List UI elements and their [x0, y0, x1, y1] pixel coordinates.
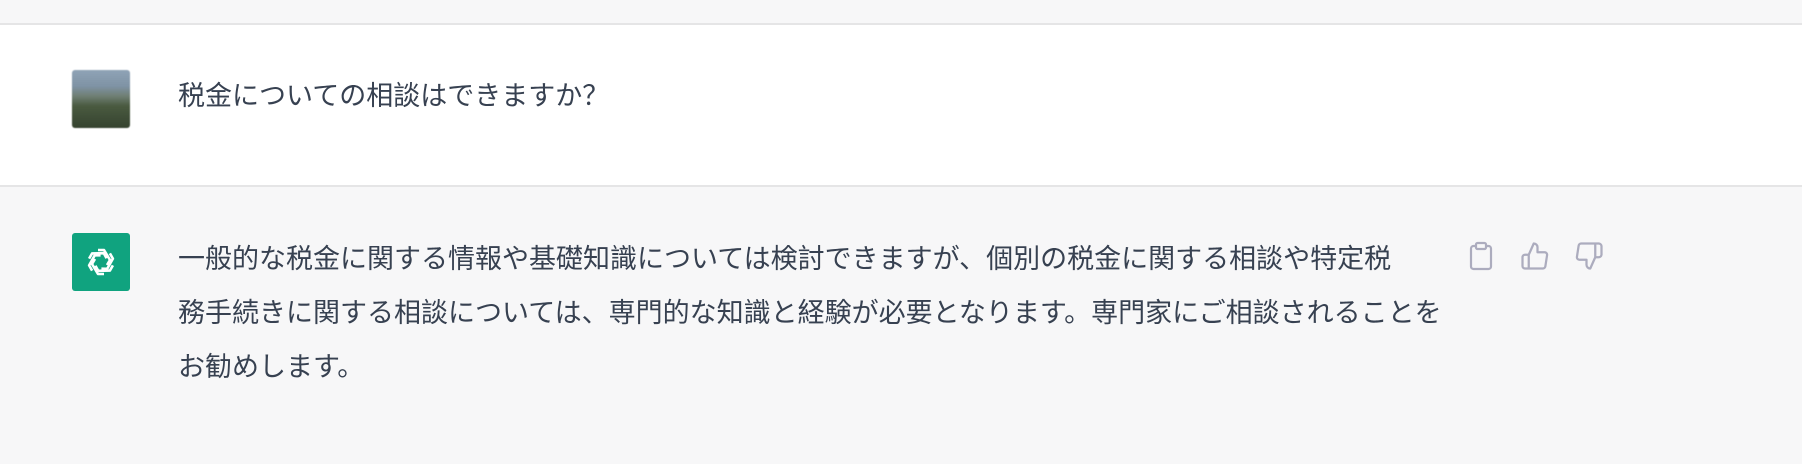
user-message-row: 税金についての相談はできますか？ — [0, 25, 1802, 187]
assistant-message-line: お勧めします。 — [178, 352, 365, 383]
assistant-message-line: 務手続きに関する相談については、専門的な知識と経験が必要となります。専門家にご相… — [178, 298, 1442, 329]
message-actions — [1464, 239, 1606, 273]
assistant-message-line: 一般的な税金に関する情報や基礎知識については検討できますが、個別の税金に関する相… — [178, 244, 1392, 275]
copy-button[interactable] — [1464, 239, 1498, 273]
thumbs-down-icon — [1575, 242, 1603, 270]
thumbs-up-icon — [1521, 242, 1549, 270]
assistant-message-text: 一般的な税金に関する情報や基礎知識については検討できますが、個別の税金に関する相… — [178, 233, 1448, 395]
clipboard-icon — [1469, 241, 1493, 271]
user-message-text: 税金についての相談はできますか？ — [178, 81, 610, 112]
chat-page: 税金についての相談はできますか？ 一般的な税金に関する情報や基礎知識については検… — [0, 0, 1802, 464]
thumbs-down-button[interactable] — [1572, 239, 1606, 273]
openai-logo-icon — [87, 248, 115, 276]
assistant-avatar — [72, 233, 130, 291]
assistant-message-row: 一般的な税金に関する情報や基礎知識については検討できますが、個別の税金に関する相… — [0, 187, 1802, 464]
user-avatar — [72, 70, 130, 128]
thumbs-up-button[interactable] — [1518, 239, 1552, 273]
previous-message-strip — [0, 0, 1802, 25]
